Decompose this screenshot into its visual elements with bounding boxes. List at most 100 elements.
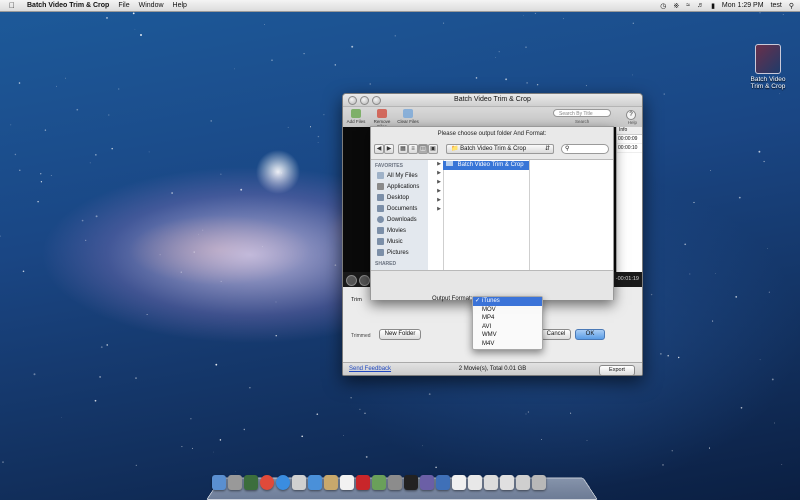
sidebar-item-applications[interactable]: Applications (371, 181, 428, 192)
dashboard-icon[interactable] (244, 475, 258, 490)
ok-button[interactable]: OK (575, 329, 605, 340)
app-icon[interactable] (420, 475, 434, 490)
window-controls (348, 96, 381, 105)
document-icon[interactable] (452, 475, 466, 490)
finder-icon[interactable] (212, 475, 226, 490)
menu-file[interactable]: File (118, 2, 129, 9)
chrome-icon[interactable] (260, 475, 274, 490)
app-menu[interactable]: Batch Video Trim & Crop (27, 2, 109, 9)
browser-column-current: Batch Video Trim & Crop (443, 160, 530, 271)
export-button[interactable]: Export (599, 365, 635, 375)
trash-icon[interactable] (532, 475, 546, 490)
disclosure-arrow-icon[interactable]: ▶ (428, 178, 443, 187)
menu-window[interactable]: Window (139, 2, 164, 9)
sidebar-item-all-my-files[interactable]: All My Files (371, 170, 428, 181)
battery-icon[interactable]: ▮ (711, 2, 715, 10)
sidebar-item-desktop[interactable]: Desktop (371, 192, 428, 203)
apple-menu-icon[interactable]:  (7, 1, 17, 10)
star (106, 344, 108, 346)
app-icon[interactable] (436, 475, 450, 490)
format-option-wmv[interactable]: WMV (473, 331, 542, 340)
help-button[interactable]: ? (626, 110, 636, 120)
wifi-icon[interactable]: ≈ (686, 2, 690, 9)
disclosure-arrow-icon[interactable]: ▶ (428, 169, 443, 178)
format-option-m4v[interactable]: M4V (473, 340, 542, 349)
mail-icon[interactable] (292, 475, 306, 490)
sheet-search-input[interactable]: ⚲ (561, 144, 609, 154)
sidebar-item-documents[interactable]: Documents (371, 203, 428, 214)
selected-folder-label: Batch Video Trim & Crop (457, 162, 524, 168)
photo-booth-icon[interactable] (356, 475, 370, 490)
sidebar-item-movies[interactable]: Movies (371, 225, 428, 236)
cancel-button[interactable]: Cancel (541, 329, 571, 340)
selected-folder-row[interactable]: Batch Video Trim & Crop (443, 161, 529, 170)
volume-icon[interactable]: ♬ (697, 2, 704, 9)
folder-path-popup[interactable]: 📁 Batch Video Trim & Crop ⇵ (446, 144, 554, 154)
star (759, 12, 761, 14)
window-toolbar: Add Files Remove Files Clear Files Searc… (343, 107, 642, 129)
menubar-user[interactable]: test (771, 2, 782, 9)
iphoto-icon[interactable] (372, 475, 386, 490)
folder-icon[interactable] (500, 475, 514, 490)
disclosure-arrow-icon[interactable]: ▶ (428, 187, 443, 196)
star (334, 64, 337, 66)
safari-icon[interactable] (276, 475, 290, 490)
format-option-avi[interactable]: AVI (473, 323, 542, 332)
terminal-icon[interactable] (404, 475, 418, 490)
menubar-clock[interactable]: Mon 1:29 PM (722, 2, 764, 9)
spotlight-icon[interactable]: ⚲ (789, 2, 794, 10)
star (89, 162, 91, 164)
window-titlebar[interactable]: Batch Video Trim & Crop (343, 94, 642, 107)
list-header: Info (617, 127, 642, 135)
coverflow-view-icon[interactable]: ▣ (428, 144, 438, 154)
sidebar-item-label: Downloads (387, 216, 417, 223)
disclosure-arrow-icon[interactable]: ▶ (428, 205, 443, 214)
star (19, 169, 21, 172)
star (108, 114, 110, 116)
format-option-mov[interactable]: MOV (473, 306, 542, 315)
star (2, 461, 4, 463)
folder-icon[interactable] (516, 475, 530, 490)
clear-files-button[interactable]: Clear Files (397, 109, 419, 124)
launchpad-icon[interactable] (228, 475, 242, 490)
sidebar-item-downloads[interactable]: Downloads (371, 214, 428, 225)
close-button[interactable] (348, 96, 357, 105)
rewind-button[interactable] (346, 275, 357, 286)
folder-icon[interactable] (484, 475, 498, 490)
pictures-icon (377, 249, 384, 256)
contacts-icon[interactable] (324, 475, 338, 490)
star (323, 114, 325, 116)
list-view-icon[interactable]: ≡ (408, 144, 418, 154)
calendar-icon[interactable] (340, 475, 354, 490)
clear-files-icon (403, 109, 413, 118)
star (61, 416, 63, 418)
forward-arrow-icon[interactable]: ▶ (384, 144, 394, 154)
document-icon[interactable] (468, 475, 482, 490)
desktop-app-icon[interactable]: Batch Video Trim & Crop (748, 44, 788, 90)
format-option-itunes[interactable]: ✓ iTunes (473, 297, 542, 306)
list-item[interactable]: 00:00:10 (617, 144, 642, 153)
disclosure-arrow-icon[interactable]: ▶ (428, 160, 443, 169)
new-folder-button[interactable]: New Folder (379, 329, 421, 340)
title-search-input[interactable]: Search By Title (553, 109, 611, 117)
sidebar-item-pictures[interactable]: Pictures (371, 247, 428, 258)
minimize-button[interactable] (360, 96, 369, 105)
icon-view-icon[interactable]: ▦ (398, 144, 408, 154)
time-machine-icon[interactable]: ◷ (660, 2, 666, 10)
star (586, 440, 588, 441)
format-option-mp4[interactable]: MP4 (473, 314, 542, 323)
add-files-button[interactable]: Add Files (345, 109, 367, 124)
list-item[interactable]: 00:00:09 (617, 135, 642, 144)
facetime-icon[interactable] (308, 475, 322, 490)
menu-help[interactable]: Help (173, 2, 187, 9)
zoom-button[interactable] (372, 96, 381, 105)
star (650, 293, 653, 296)
back-arrow-icon[interactable]: ◀ (374, 144, 384, 154)
play-button[interactable] (359, 275, 370, 286)
column-view-icon[interactable]: ◫ (418, 144, 428, 154)
disclosure-arrow-icon[interactable]: ▶ (428, 196, 443, 205)
browser-column-parent: ▶ ▶ ▶ ▶ ▶ ▶ (428, 160, 444, 271)
preferences-icon[interactable] (388, 475, 402, 490)
bluetooth-icon[interactable]: ※ (673, 2, 679, 10)
sidebar-item-music[interactable]: Music (371, 236, 428, 247)
